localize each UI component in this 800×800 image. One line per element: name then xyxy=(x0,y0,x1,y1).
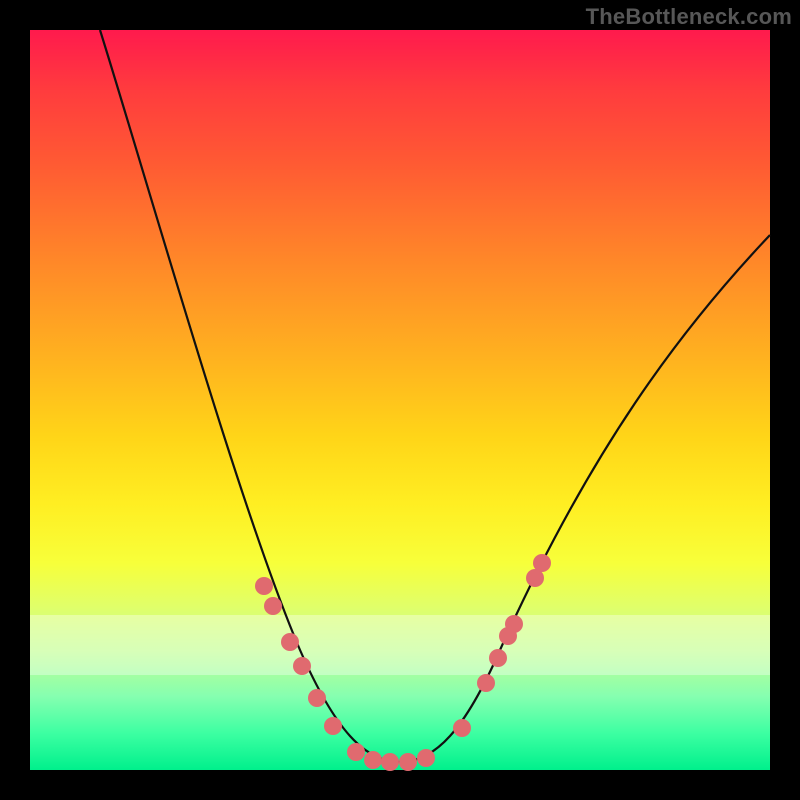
curve-marker xyxy=(381,753,399,771)
curve-marker xyxy=(399,753,417,771)
curve-marker xyxy=(324,717,342,735)
bottleneck-curve xyxy=(100,30,770,762)
chart-stage: TheBottleneck.com xyxy=(0,0,800,800)
curve-marker xyxy=(293,657,311,675)
curve-marker xyxy=(533,554,551,572)
curve-marker xyxy=(281,633,299,651)
curve-marker xyxy=(264,597,282,615)
curve-marker xyxy=(308,689,326,707)
marker-group xyxy=(255,554,551,771)
curve-marker xyxy=(453,719,471,737)
curve-marker xyxy=(417,749,435,767)
curve-marker xyxy=(255,577,273,595)
watermark-text: TheBottleneck.com xyxy=(586,4,792,30)
curve-marker xyxy=(489,649,507,667)
curve-marker xyxy=(477,674,495,692)
curve-marker xyxy=(364,751,382,769)
curve-layer xyxy=(30,30,770,770)
curve-marker xyxy=(347,743,365,761)
curve-marker xyxy=(505,615,523,633)
